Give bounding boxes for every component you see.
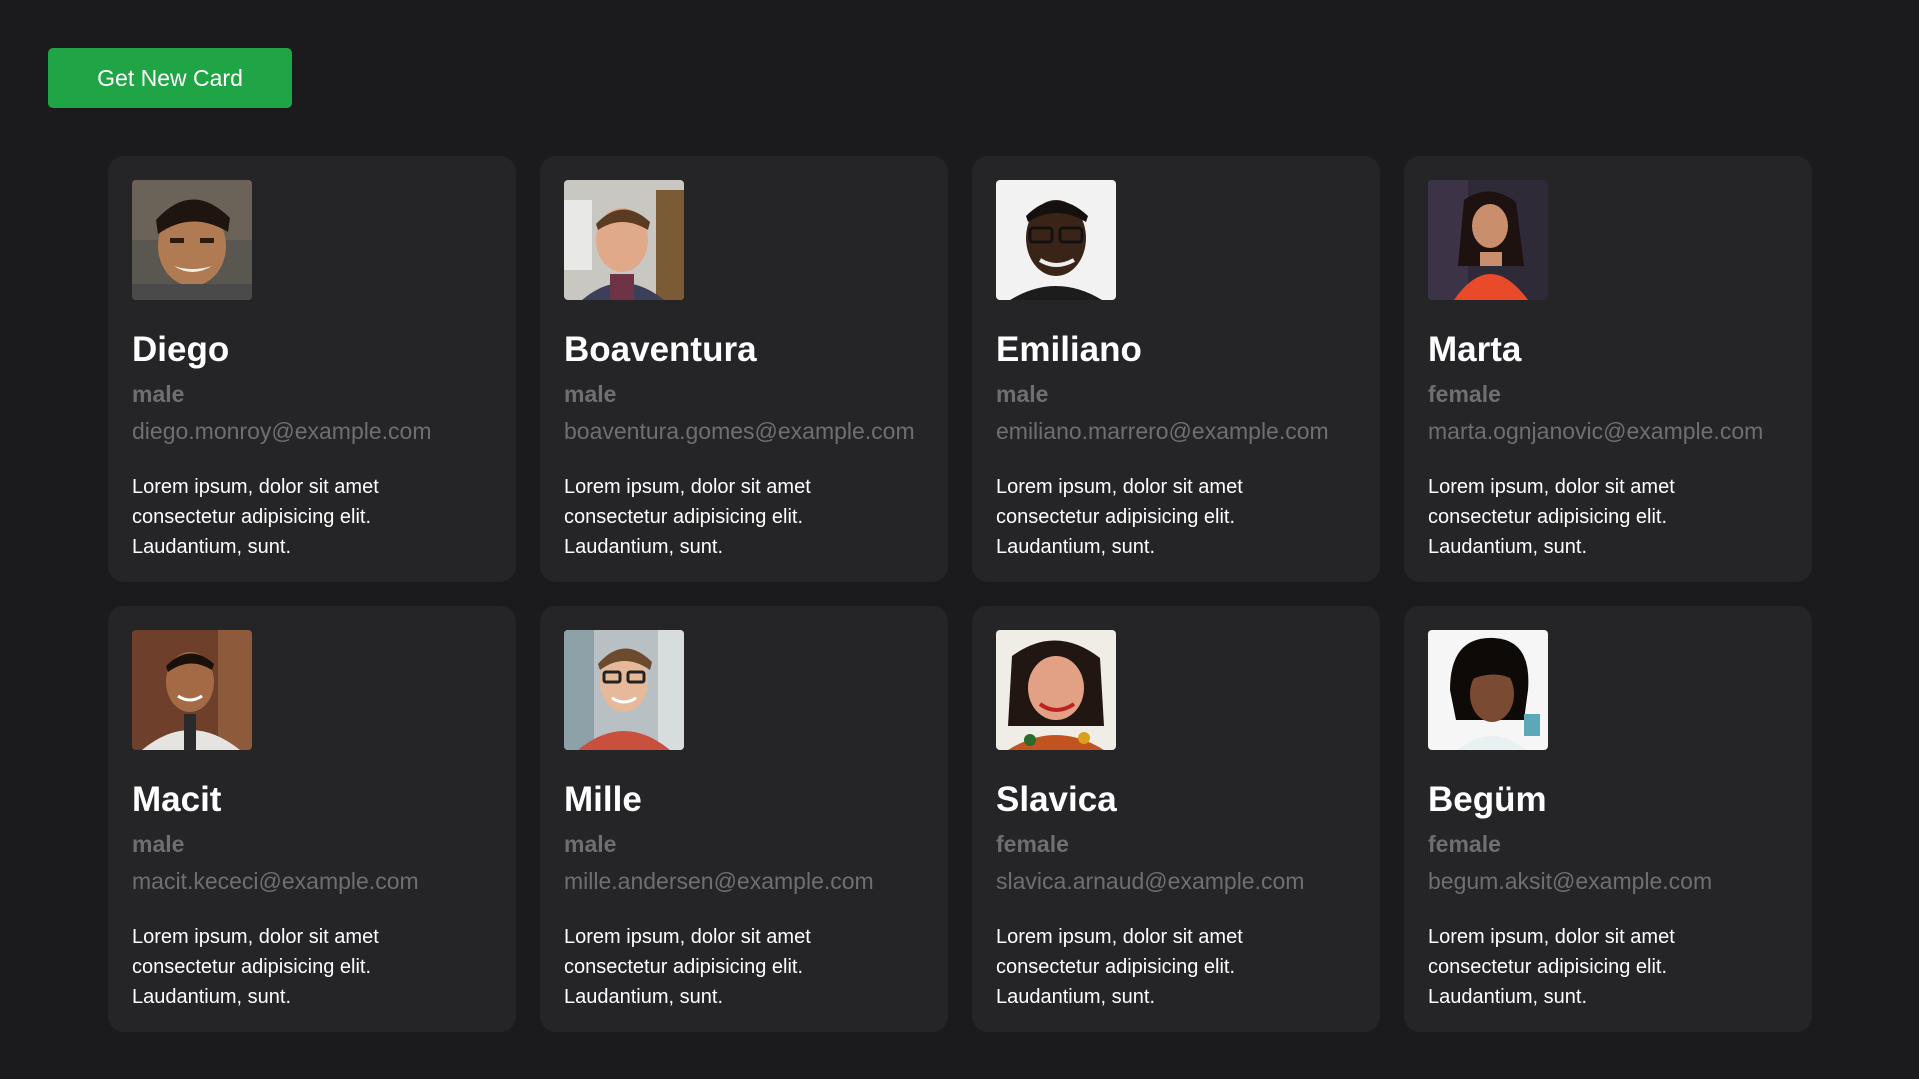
card-description: Lorem ipsum, dolor sit amet consectetur … bbox=[996, 476, 1243, 558]
page: Get New Card Diego male diego.monroy@exa… bbox=[0, 0, 1919, 1079]
card-email: boaventura.gomes@example.com bbox=[564, 418, 915, 444]
avatar bbox=[132, 630, 252, 750]
user-card: Boaventura male boaventura.gomes@example… bbox=[540, 156, 948, 582]
user-card: Marta female marta.ognjanovic@example.co… bbox=[1404, 156, 1812, 582]
card-gender: male bbox=[564, 381, 617, 407]
avatar bbox=[1428, 180, 1548, 300]
card-gender: female bbox=[996, 831, 1069, 857]
avatar bbox=[132, 180, 252, 300]
user-card: Slavica female slavica.arnaud@example.co… bbox=[972, 606, 1380, 1032]
card-description: Lorem ipsum, dolor sit amet consectetur … bbox=[132, 476, 379, 558]
card-name: Emiliano bbox=[996, 330, 1142, 369]
card-gender: male bbox=[132, 831, 185, 857]
user-card: Emiliano male emiliano.marrero@example.c… bbox=[972, 156, 1380, 582]
card-description: Lorem ipsum, dolor sit amet consectetur … bbox=[996, 926, 1243, 1008]
card-gender: female bbox=[1428, 831, 1501, 857]
card-name: Macit bbox=[132, 780, 222, 819]
user-card: Diego male diego.monroy@example.com Lore… bbox=[108, 156, 516, 582]
card-name: Diego bbox=[132, 330, 230, 369]
card-email: begum.aksit@example.com bbox=[1428, 868, 1713, 894]
card-email: macit.kececi@example.com bbox=[132, 868, 419, 894]
card-gender: male bbox=[132, 381, 185, 407]
avatar bbox=[564, 180, 684, 300]
card-name: Boaventura bbox=[564, 330, 757, 369]
card-email: diego.monroy@example.com bbox=[132, 418, 432, 444]
card-description: Lorem ipsum, dolor sit amet consectetur … bbox=[1428, 476, 1675, 558]
card-email: slavica.arnaud@example.com bbox=[996, 868, 1305, 894]
card-name: Marta bbox=[1428, 330, 1522, 369]
card-description: Lorem ipsum, dolor sit amet consectetur … bbox=[564, 926, 811, 1008]
user-card: Macit male macit.kececi@example.com Lore… bbox=[108, 606, 516, 1032]
card-name: Begüm bbox=[1428, 780, 1547, 819]
card-description: Lorem ipsum, dolor sit amet consectetur … bbox=[1428, 926, 1675, 1008]
card-grid: Diego male diego.monroy@example.com Lore… bbox=[108, 156, 1812, 1032]
card-gender: female bbox=[1428, 381, 1501, 407]
card-name: Slavica bbox=[996, 780, 1117, 819]
card-email: emiliano.marrero@example.com bbox=[996, 418, 1329, 444]
user-card: Mille male mille.andersen@example.com Lo… bbox=[540, 606, 948, 1032]
card-gender: male bbox=[564, 831, 617, 857]
user-card: Begüm female begum.aksit@example.com Lor… bbox=[1404, 606, 1812, 1032]
card-description: Lorem ipsum, dolor sit amet consectetur … bbox=[132, 926, 379, 1008]
card-email: mille.andersen@example.com bbox=[564, 868, 874, 894]
avatar bbox=[564, 630, 684, 750]
card-gender: male bbox=[996, 381, 1049, 407]
card-name: Mille bbox=[564, 780, 642, 819]
card-email: marta.ognjanovic@example.com bbox=[1428, 418, 1764, 444]
avatar bbox=[996, 630, 1116, 750]
get-new-card-button[interactable]: Get New Card bbox=[48, 48, 292, 108]
card-description: Lorem ipsum, dolor sit amet consectetur … bbox=[564, 476, 811, 558]
avatar bbox=[996, 180, 1116, 300]
avatar bbox=[1428, 630, 1548, 750]
